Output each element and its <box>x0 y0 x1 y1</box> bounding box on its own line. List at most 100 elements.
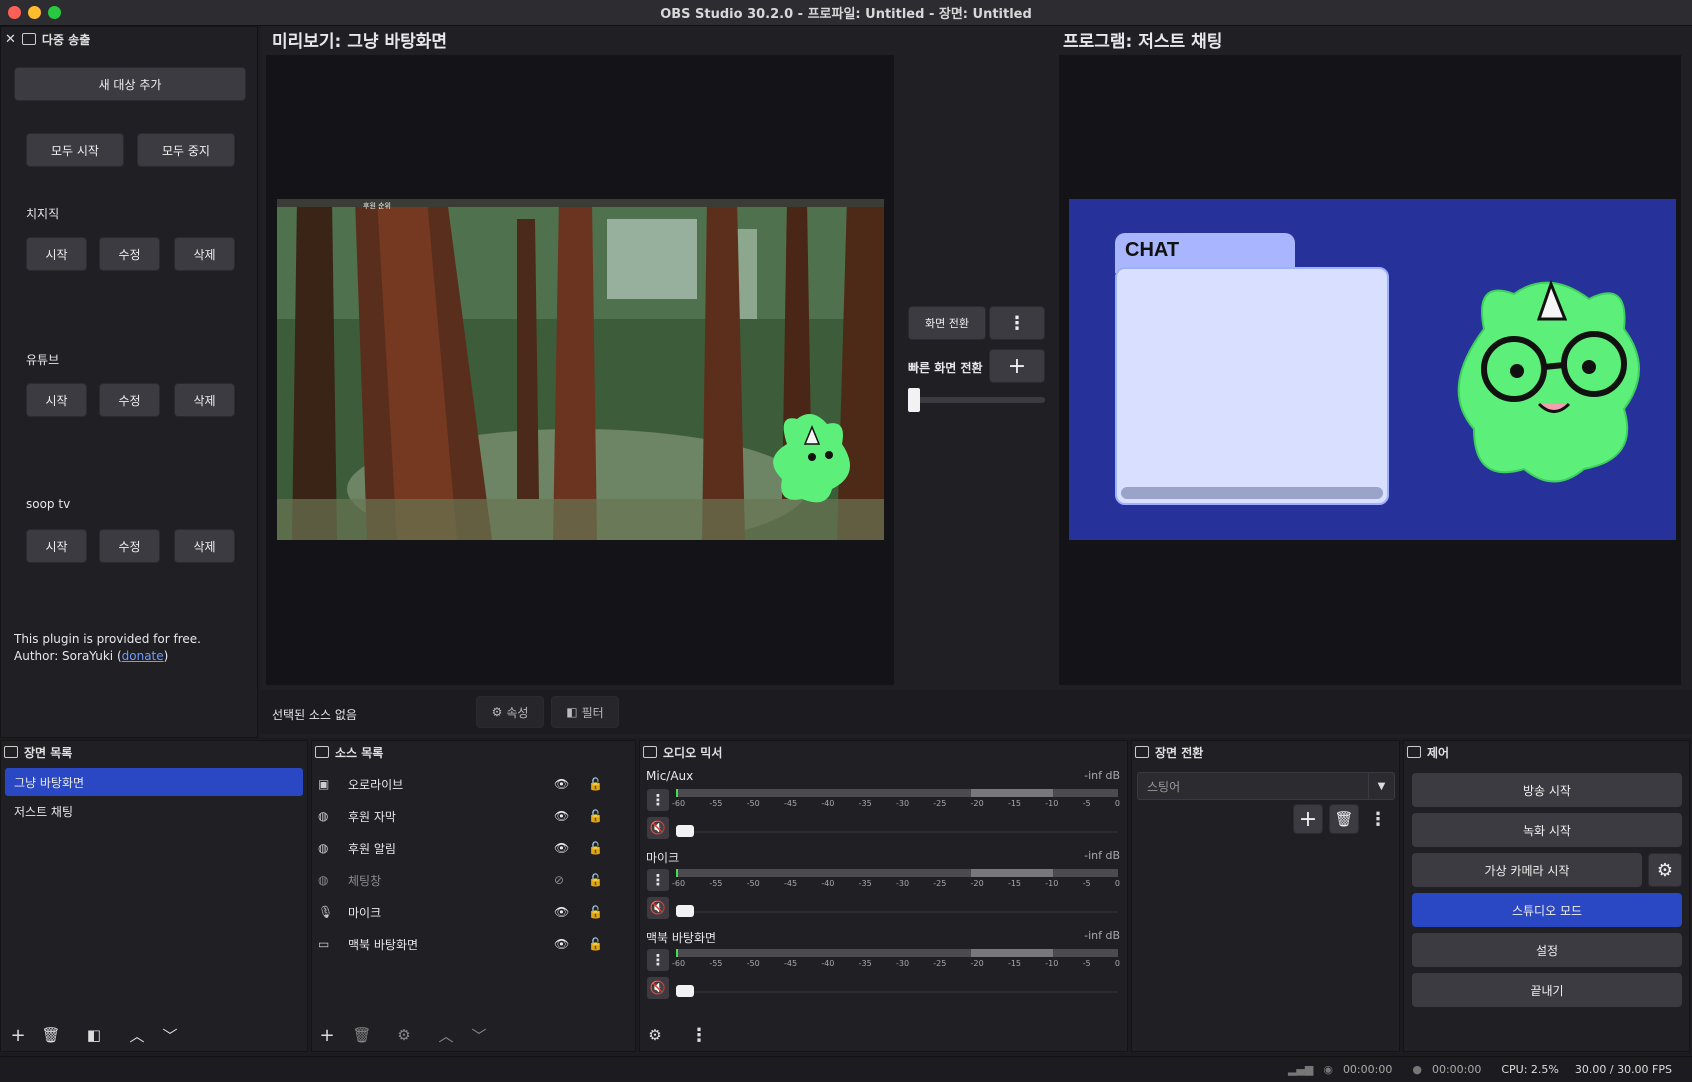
source-row[interactable]: ▭ 맥북 바탕화면 👁 🔓 <box>318 929 618 959</box>
properties-button[interactable]: ⚙ 속성 <box>476 696 544 728</box>
donate-link[interactable]: donate <box>122 649 164 663</box>
eye-icon[interactable]: 👁 <box>554 905 588 919</box>
transition-properties-button[interactable]: ⋮ <box>1364 806 1392 832</box>
transition-slider-track[interactable] <box>908 397 1045 403</box>
source-row[interactable]: ◍ 후원 자막 👁 🔓 <box>318 801 618 831</box>
eye-icon[interactable]: 👁 <box>554 809 588 823</box>
target-start-button[interactable]: 시작 <box>26 383 87 417</box>
chevron-down-icon: ﹀ <box>471 1026 487 1045</box>
move-scene-down-button[interactable]: ﹀ <box>156 1022 184 1048</box>
channel-menu-button[interactable]: ⋮ <box>647 949 669 971</box>
mute-button[interactable]: 🔇 <box>647 817 669 839</box>
transition-select[interactable]: 스팅어 ▼ <box>1137 772 1395 800</box>
mixer-header: 오디오 믹서 <box>643 740 722 764</box>
meter-tick-label: -20 <box>970 959 984 968</box>
controls-title: 제어 <box>1427 745 1450 760</box>
target-edit-button[interactable]: 수정 <box>99 529 160 563</box>
move-source-down-button[interactable]: ﹀ <box>465 1022 493 1048</box>
virtual-camera-settings-button[interactable]: ⚙ <box>1648 853 1682 887</box>
add-target-button[interactable]: 새 대상 추가 <box>14 67 246 101</box>
close-icon[interactable]: ✕ <box>5 32 16 47</box>
lock-icon[interactable]: 🔓 <box>588 809 618 823</box>
plus-icon: + <box>319 1024 335 1046</box>
start-virtual-camera-button[interactable]: 가상 카메라 시작 <box>1412 853 1642 887</box>
speaker-muted-icon: 🔇 <box>649 980 667 996</box>
start-all-button[interactable]: 모두 시작 <box>26 133 124 167</box>
target-delete-button[interactable]: 삭제 <box>174 383 235 417</box>
filters-button[interactable]: ◧ 필터 <box>551 696 619 728</box>
studio-mode-button[interactable]: 스튜디오 모드 <box>1412 893 1682 927</box>
zoom-window-button[interactable] <box>48 6 61 19</box>
globe-icon: ◍ <box>318 809 329 823</box>
meter-tick-label: -20 <box>970 879 984 888</box>
meter-tick-label: -45 <box>783 959 798 968</box>
mixer-menu-button[interactable]: ⋮ <box>685 1022 713 1048</box>
volume-fader-track[interactable] <box>676 991 1118 993</box>
lock-icon[interactable]: 🔓 <box>588 873 618 887</box>
source-toolbar <box>260 690 1692 734</box>
scene-item[interactable]: 저스트 채팅 <box>5 797 303 825</box>
minimize-window-button[interactable] <box>28 6 41 19</box>
move-scene-up-button[interactable]: ︿ <box>123 1022 151 1048</box>
exit-button[interactable]: 끝내기 <box>1412 973 1682 1007</box>
source-row[interactable]: ▣ 오로라이브 👁 🔓 <box>318 769 618 799</box>
source-name: 오로라이브 <box>348 777 404 792</box>
advanced-audio-button[interactable]: ⚙ <box>641 1022 669 1048</box>
scene-item[interactable]: 그냥 바탕화면 <box>5 768 303 796</box>
close-window-button[interactable] <box>8 6 21 19</box>
add-source-button[interactable]: + <box>313 1022 341 1048</box>
eye-icon[interactable]: 👁 <box>554 777 588 791</box>
transition-slider-handle[interactable] <box>908 388 920 412</box>
gear-icon: ⚙ <box>1656 859 1674 881</box>
remove-source-button[interactable]: 🗑 <box>348 1022 376 1048</box>
target-delete-button[interactable]: 삭제 <box>174 529 235 563</box>
scene-filters-button[interactable]: ◧ <box>80 1022 108 1048</box>
volume-meter-level <box>676 869 678 877</box>
lock-icon[interactable]: 🔓 <box>588 905 618 919</box>
volume-fader-handle[interactable] <box>676 905 694 917</box>
transition-more-button[interactable]: ⋮ <box>989 306 1045 340</box>
meter-tick-label: -40 <box>821 879 835 888</box>
volume-fader-track[interactable] <box>676 911 1118 913</box>
source-properties-button[interactable]: ⚙ <box>390 1022 418 1048</box>
remove-transition-button[interactable]: 🗑 <box>1329 804 1359 834</box>
add-scene-button[interactable]: + <box>4 1022 32 1048</box>
transition-button[interactable]: 화면 전환 <box>908 306 986 340</box>
target-edit-button[interactable]: 수정 <box>99 237 160 271</box>
gear-icon: ⚙ <box>491 705 503 719</box>
lock-icon[interactable]: 🔓 <box>588 841 618 855</box>
stop-all-button[interactable]: 모두 중지 <box>137 133 235 167</box>
stream-status-icon: ◉ <box>1323 1063 1333 1076</box>
remove-scene-button[interactable]: 🗑 <box>37 1022 65 1048</box>
eye-icon[interactable]: 👁 <box>554 937 588 951</box>
target-start-button[interactable]: 시작 <box>26 237 87 271</box>
volume-fader-handle[interactable] <box>676 825 694 837</box>
target-start-button[interactable]: 시작 <box>26 529 87 563</box>
target-edit-button[interactable]: 수정 <box>99 383 160 417</box>
multistream-dock: ✕ 다중 송출 새 대상 추가 모두 시작 모두 중지 치지직 시작 수정 삭제… <box>0 26 258 738</box>
volume-fader-handle[interactable] <box>676 985 694 997</box>
channel-menu-button[interactable]: ⋮ <box>647 789 669 811</box>
start-streaming-button[interactable]: 방송 시작 <box>1412 773 1682 807</box>
eye-icon[interactable]: 👁 <box>554 841 588 855</box>
move-source-up-button[interactable]: ︿ <box>432 1022 460 1048</box>
add-transition-button[interactable]: + <box>1293 804 1323 834</box>
source-row-hidden[interactable]: ◍ 체팅창 ⊘ 🔓 <box>318 865 618 895</box>
channel-menu-button[interactable]: ⋮ <box>647 869 669 891</box>
start-recording-button[interactable]: 녹화 시작 <box>1412 813 1682 847</box>
meter-tick-label: -25 <box>933 799 947 808</box>
target-delete-button[interactable]: 삭제 <box>174 237 235 271</box>
source-row[interactable]: ◍ 후원 알림 👁 🔓 <box>318 833 618 863</box>
more-vertical-icon: ⋮ <box>650 951 666 969</box>
lock-icon[interactable]: 🔓 <box>588 777 618 791</box>
mute-button[interactable]: 🔇 <box>647 977 669 999</box>
volume-fader-track[interactable] <box>676 831 1118 833</box>
source-row[interactable]: 🎙 마이크 👁 🔓 <box>318 897 618 927</box>
eye-hidden-icon[interactable]: ⊘ <box>554 873 588 887</box>
target-name: soop tv <box>26 497 71 511</box>
settings-button[interactable]: 설정 <box>1412 933 1682 967</box>
mute-button[interactable]: 🔇 <box>647 897 669 919</box>
target-name: 치지직 <box>26 207 60 221</box>
add-quick-transition-button[interactable]: + <box>989 349 1045 383</box>
lock-icon[interactable]: 🔓 <box>588 937 618 951</box>
